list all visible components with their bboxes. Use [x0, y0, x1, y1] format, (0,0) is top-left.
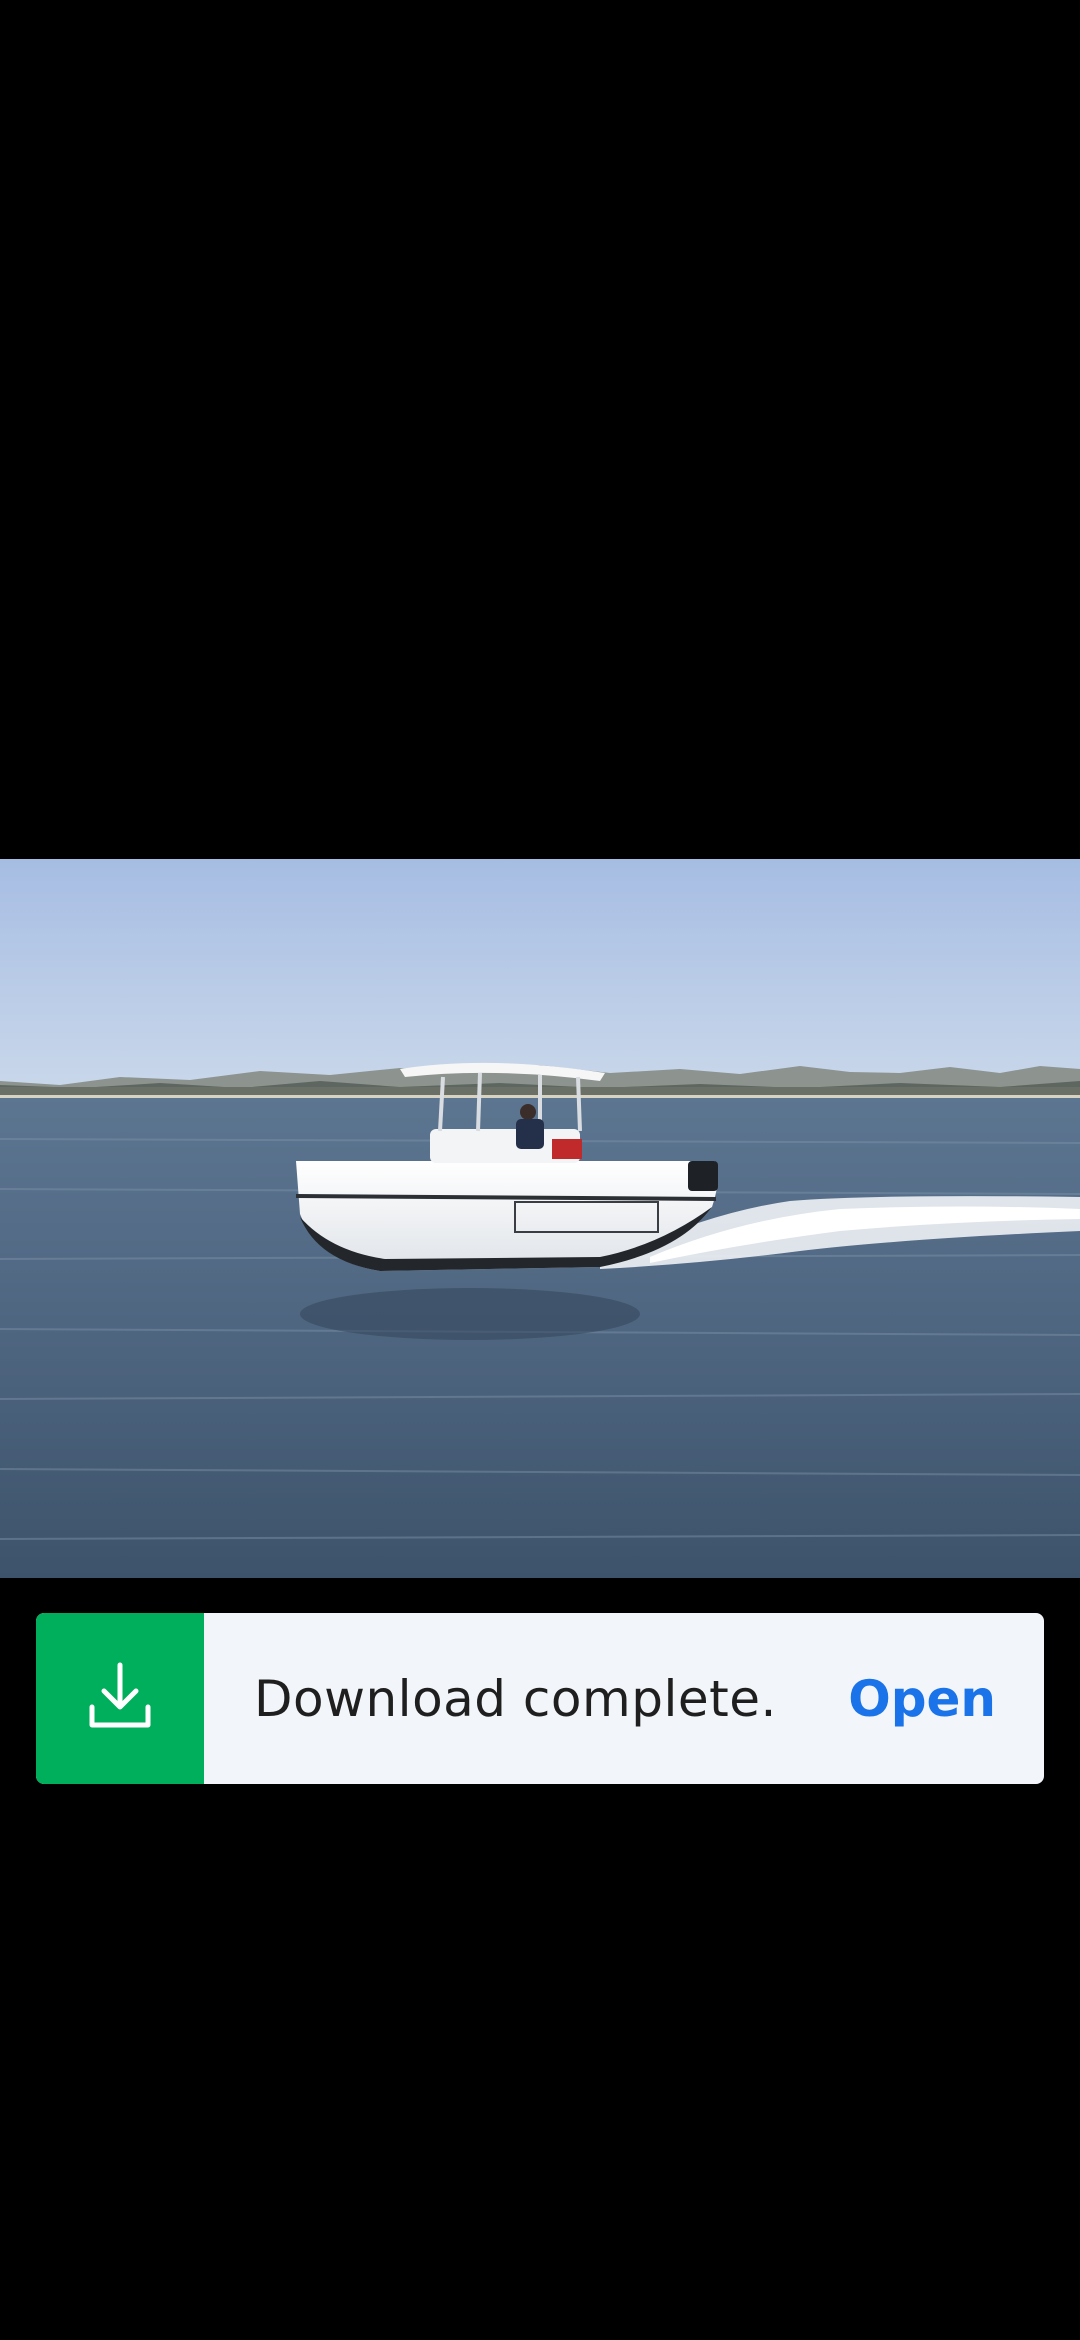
snackbar-icon-container: [36, 1613, 204, 1784]
snackbar-message: Download complete.: [254, 1669, 777, 1728]
download-icon: [88, 1661, 152, 1736]
boat-photo[interactable]: [0, 859, 1080, 1578]
image-viewer: Download complete. Open: [0, 0, 1080, 2340]
open-button[interactable]: Open: [848, 1670, 1044, 1728]
download-complete-snackbar: Download complete. Open: [36, 1613, 1044, 1784]
